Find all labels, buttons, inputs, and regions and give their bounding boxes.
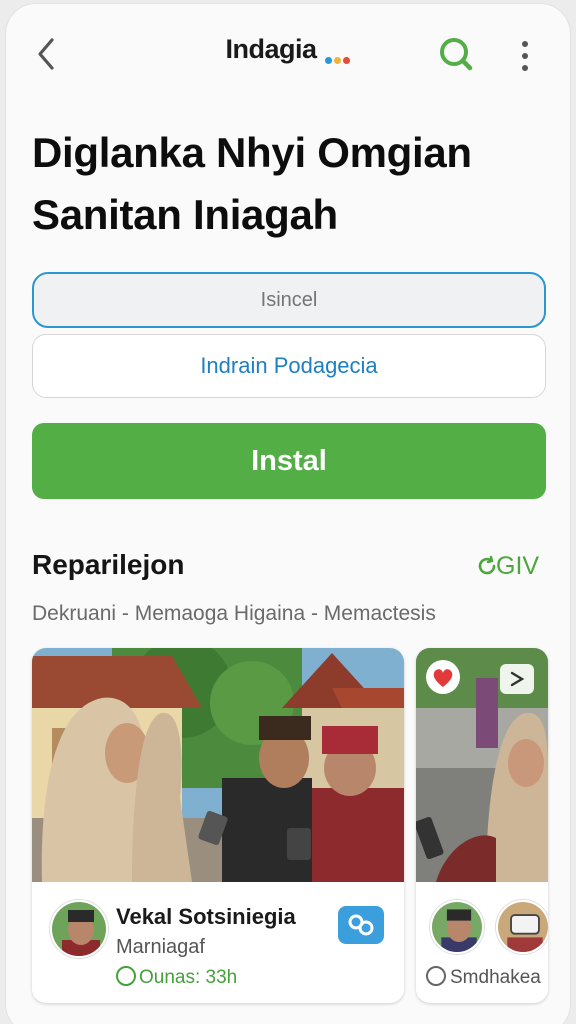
card-subtitle: Marniagaf — [116, 936, 205, 958]
card-meta: Ounas: 33h — [116, 966, 237, 989]
page-title: Diglanka Nhyi Omgian Sanitan Iniagah — [32, 122, 552, 246]
card-meta-text: Ounas: 33h — [139, 967, 238, 988]
post-card[interactable]: Vekal Sotsiniegia Marniagaf Ounas: 33h — [32, 648, 404, 1003]
author-avatar[interactable] — [430, 900, 484, 954]
install-button[interactable]: Instal — [32, 423, 546, 499]
search-icon — [440, 38, 473, 71]
refresh-icon — [478, 555, 496, 575]
page-title-line-1: Diglanka Nhyi Omgian — [32, 129, 472, 176]
share-button[interactable] — [500, 664, 534, 694]
avatar-photo — [432, 902, 482, 952]
post-photo — [32, 648, 404, 882]
link-icon — [348, 914, 374, 936]
category-select-label: Indrain Podagecia — [200, 353, 378, 378]
card-meta-text: Smdhakea — [450, 967, 541, 988]
search-button[interactable] — [436, 34, 476, 74]
favorite-button[interactable] — [426, 660, 460, 694]
card-meta: Smdhakea — [426, 966, 541, 989]
heart-icon — [433, 669, 453, 687]
category-select[interactable]: Indrain Podagecia — [32, 334, 546, 398]
app-screen: Indagia Diglanka Nhyi Omgian Sanitan Ini… — [6, 4, 570, 1024]
top-app-bar: Indagia — [6, 4, 570, 100]
breadcrumb: Dekruani - Memaoga Higaina - Memactesis — [32, 602, 436, 625]
share-icon — [510, 671, 525, 687]
search-input[interactable] — [32, 272, 546, 328]
card-title: Vekal Sotsiniegia — [116, 904, 296, 929]
more-options-button[interactable] — [514, 38, 536, 74]
link-button[interactable] — [338, 906, 384, 944]
avatar-photo — [498, 902, 548, 952]
clock-icon — [116, 966, 136, 986]
section-title: Reparilejon — [32, 549, 185, 580]
avatar-photo — [52, 902, 106, 956]
app-logo: Indagia — [6, 34, 570, 65]
section-link[interactable]: GIV — [476, 552, 539, 581]
more-vertical-icon — [522, 41, 528, 71]
logo-dot-yellow — [333, 57, 341, 64]
author-avatar[interactable] — [50, 900, 108, 958]
install-button-label: Instal — [251, 445, 327, 477]
logo-dot-blue — [324, 57, 332, 64]
app-name: Indagia — [225, 34, 317, 64]
chat-icon — [426, 966, 446, 986]
author-avatar[interactable] — [496, 900, 548, 954]
logo-dot-red — [342, 57, 350, 64]
post-card[interactable]: Smdhakea — [416, 648, 548, 1003]
section-link-label: GIV — [496, 552, 540, 580]
page-title-line-2: Sanitan Iniagah — [32, 191, 338, 238]
